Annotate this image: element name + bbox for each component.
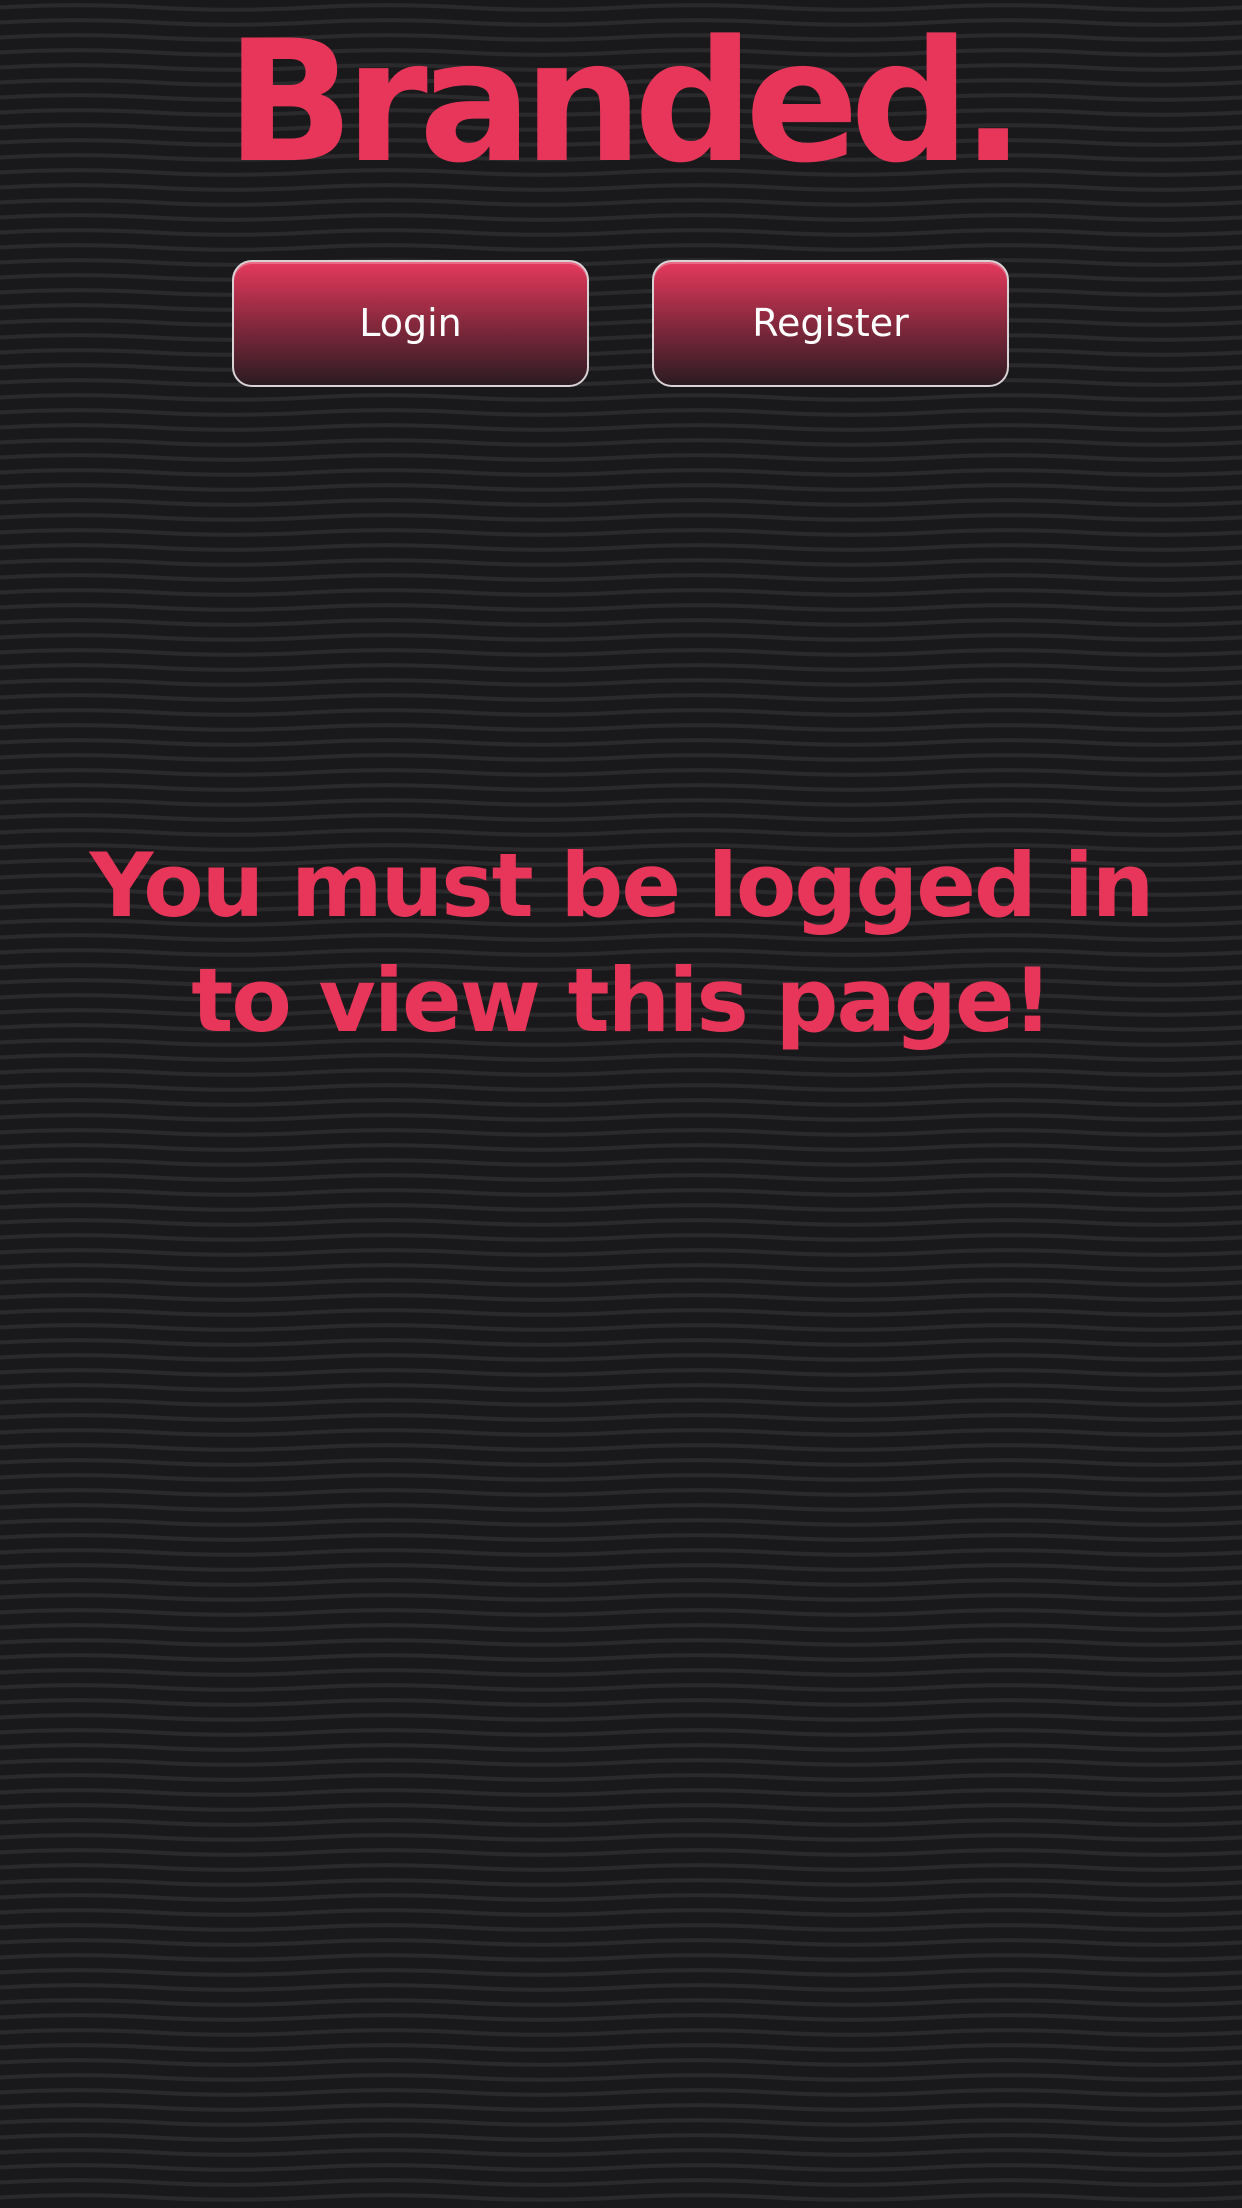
login-button[interactable]: Login <box>232 260 589 387</box>
register-button[interactable]: Register <box>652 260 1009 387</box>
auth-button-row: Login Register <box>0 260 1242 387</box>
brand-logo: Branded. <box>225 4 1025 200</box>
login-required-message: You must be logged in to view this page! <box>89 834 1155 1052</box>
